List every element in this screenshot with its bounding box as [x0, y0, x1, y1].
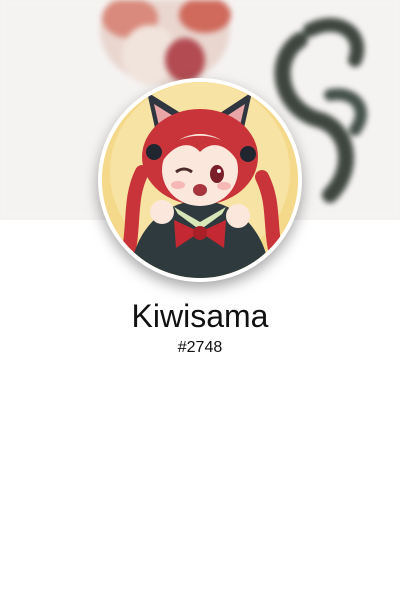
avatar[interactable] [102, 82, 298, 278]
avatar-frame[interactable] [98, 78, 302, 282]
username: Kiwisama [131, 298, 269, 334]
anime-girl-avatar-icon [102, 82, 298, 278]
user-discriminator: #2748 [177, 339, 223, 356]
profile-card: Kiwisama #2748 [0, 0, 400, 600]
